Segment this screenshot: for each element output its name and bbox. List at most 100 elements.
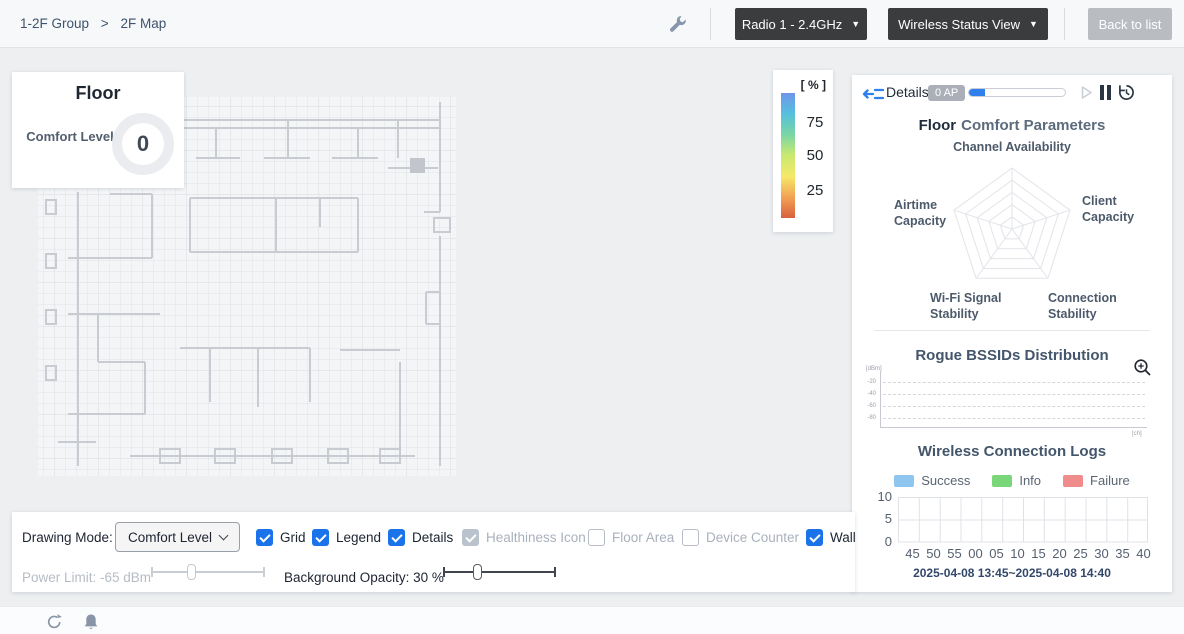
logs-xtick: 05 xyxy=(986,546,1007,561)
title-rest: Comfort Parameters xyxy=(961,117,1105,134)
background-opacity-thumb[interactable] xyxy=(473,564,482,580)
collapse-panel-icon[interactable] xyxy=(862,86,884,107)
scale-tick-25: 25 xyxy=(801,182,829,199)
drawing-mode-label: Drawing Mode: xyxy=(22,530,113,545)
section-divider xyxy=(874,330,1150,331)
failure-swatch xyxy=(1063,475,1083,487)
checkbox-box xyxy=(588,529,605,546)
logs-xtick: 15 xyxy=(1028,546,1049,561)
ap-count-badge: 0 AP xyxy=(928,85,965,101)
logs-xtick: 50 xyxy=(923,546,944,561)
scale-unit-label: [ % ] xyxy=(801,78,826,92)
comfort-level-value: 0 xyxy=(137,131,149,157)
slider-track xyxy=(151,571,265,573)
checkbox-label: Healthiness Icon xyxy=(486,530,586,545)
map-toolbar: Drawing Mode: Comfort Level Grid Legend … xyxy=(12,512,855,592)
checkbox-grid[interactable]: Grid xyxy=(256,529,306,546)
rogue-gridline xyxy=(883,382,1145,383)
checkbox-wall[interactable]: Wall xyxy=(806,529,856,546)
checkbox-label: Wall xyxy=(830,530,856,545)
playback-progress-slider[interactable] xyxy=(968,88,1066,97)
slider-fill xyxy=(969,89,985,96)
rogue-ytick: -20 xyxy=(856,379,876,385)
logs-ytick-10: 10 xyxy=(866,489,892,504)
power-limit-label: Power Limit: -65 dBm xyxy=(22,570,151,585)
toolbar-divider xyxy=(1064,8,1065,40)
checkbox-box xyxy=(256,529,273,546)
breadcrumb-group[interactable]: 1-2F Group xyxy=(20,16,89,31)
toolbar-divider xyxy=(710,8,711,40)
breadcrumb-map[interactable]: 2F Map xyxy=(120,16,166,31)
notification-bell-icon[interactable] xyxy=(83,613,99,631)
tools-wrench-icon[interactable] xyxy=(668,14,688,39)
rogue-ytick: -80 xyxy=(856,415,876,421)
radar-axis-wifi-signal-stability: Wi-Fi Signal Stability xyxy=(930,290,1014,322)
logs-x-axis: 45 50 55 00 05 10 15 20 25 30 35 40 xyxy=(902,546,1154,561)
details-label: Details xyxy=(886,84,929,100)
logs-xtick: 55 xyxy=(944,546,965,561)
logs-xtick: 45 xyxy=(902,546,923,561)
checkbox-label: Device Counter xyxy=(706,530,799,545)
reload-icon[interactable] xyxy=(46,613,63,630)
scale-gradient-bar xyxy=(781,93,795,218)
checkbox-label: Grid xyxy=(280,530,306,545)
logs-xtick: 40 xyxy=(1133,546,1154,561)
success-swatch xyxy=(894,475,914,487)
rogue-gridline xyxy=(883,418,1145,419)
checkbox-details[interactable]: Details xyxy=(388,529,453,546)
chevron-down-icon xyxy=(219,531,229,541)
radar-axis-client-capacity: Client Capacity xyxy=(1082,193,1144,225)
background-opacity-label: Background Opacity: 30 % xyxy=(284,570,444,585)
logs-xtick: 20 xyxy=(1049,546,1070,561)
drawing-mode-select[interactable]: Comfort Level xyxy=(115,522,240,552)
logs-xtick: 35 xyxy=(1112,546,1133,561)
checkbox-box xyxy=(462,529,479,546)
play-icon[interactable] xyxy=(1080,85,1093,105)
radio-select-value: Radio 1 - 2.4GHz xyxy=(742,17,842,32)
pause-icon[interactable] xyxy=(1099,85,1112,105)
logs-date-range: 2025-04-08 13:45~2025-04-08 14:40 xyxy=(852,566,1172,580)
logs-legend: Success Info Failure xyxy=(852,473,1172,488)
checkbox-label: Details xyxy=(412,530,453,545)
power-limit-slider[interactable] xyxy=(151,563,265,581)
info-swatch xyxy=(992,475,1012,487)
slider-end-tick xyxy=(443,567,445,577)
checkbox-label: Legend xyxy=(336,530,381,545)
floor-card-title: Floor xyxy=(12,83,184,104)
logs-xtick: 00 xyxy=(965,546,986,561)
radar-axis-connection-stability: Connection Stability xyxy=(1048,290,1130,322)
wireless-floor-map-page: 1-2F Group > 2F Map Radio 1 - 2.4GHz ▼ W… xyxy=(0,0,1184,634)
slider-track xyxy=(443,571,556,573)
breadcrumb: 1-2F Group > 2F Map xyxy=(20,0,174,48)
comfort-parameters-title: FloorComfort Parameters xyxy=(852,117,1172,134)
scale-tick-50: 50 xyxy=(801,147,829,164)
floor-summary-card: Floor Comfort Level 0 xyxy=(12,72,184,188)
back-to-list-button[interactable]: Back to list xyxy=(1088,8,1172,40)
radar-axis-airtime-capacity: Airtime Capacity xyxy=(894,197,954,229)
checkbox-floor-area[interactable]: Floor Area xyxy=(588,529,674,546)
map-device-marker[interactable] xyxy=(410,158,425,173)
checkbox-healthiness-icon[interactable]: Healthiness Icon xyxy=(462,529,586,546)
power-limit-thumb[interactable] xyxy=(187,564,196,580)
checkbox-device-counter[interactable]: Device Counter xyxy=(682,529,799,546)
caret-down-icon: ▼ xyxy=(851,19,860,29)
rogue-gridline xyxy=(883,406,1145,407)
rogue-bssids-chart xyxy=(880,371,1147,428)
slider-end-tick xyxy=(554,567,556,577)
auto-refresh-icon[interactable] xyxy=(1118,84,1135,106)
legend-failure-label: Failure xyxy=(1090,473,1130,488)
legend-info-label: Info xyxy=(1019,473,1041,488)
checkbox-legend[interactable]: Legend xyxy=(312,529,381,546)
background-opacity-slider[interactable] xyxy=(443,563,556,581)
legend-info: Info xyxy=(992,473,1041,488)
checkbox-box xyxy=(682,529,699,546)
view-select-value: Wireless Status View xyxy=(898,17,1020,32)
radar-axis-channel-availability: Channel Availability xyxy=(852,139,1172,155)
view-select[interactable]: Wireless Status View ▼ xyxy=(888,8,1048,40)
rogue-bssids-title: Rogue BSSIDs Distribution xyxy=(852,347,1172,364)
radio-select[interactable]: Radio 1 - 2.4GHz ▼ xyxy=(735,8,867,40)
connection-logs-title: Wireless Connection Logs xyxy=(852,443,1172,460)
rogue-x-unit: [ch] xyxy=(1132,431,1142,437)
details-panel: Details 0 AP FloorComfort Parameters xyxy=(852,75,1172,592)
checkbox-box xyxy=(312,529,329,546)
